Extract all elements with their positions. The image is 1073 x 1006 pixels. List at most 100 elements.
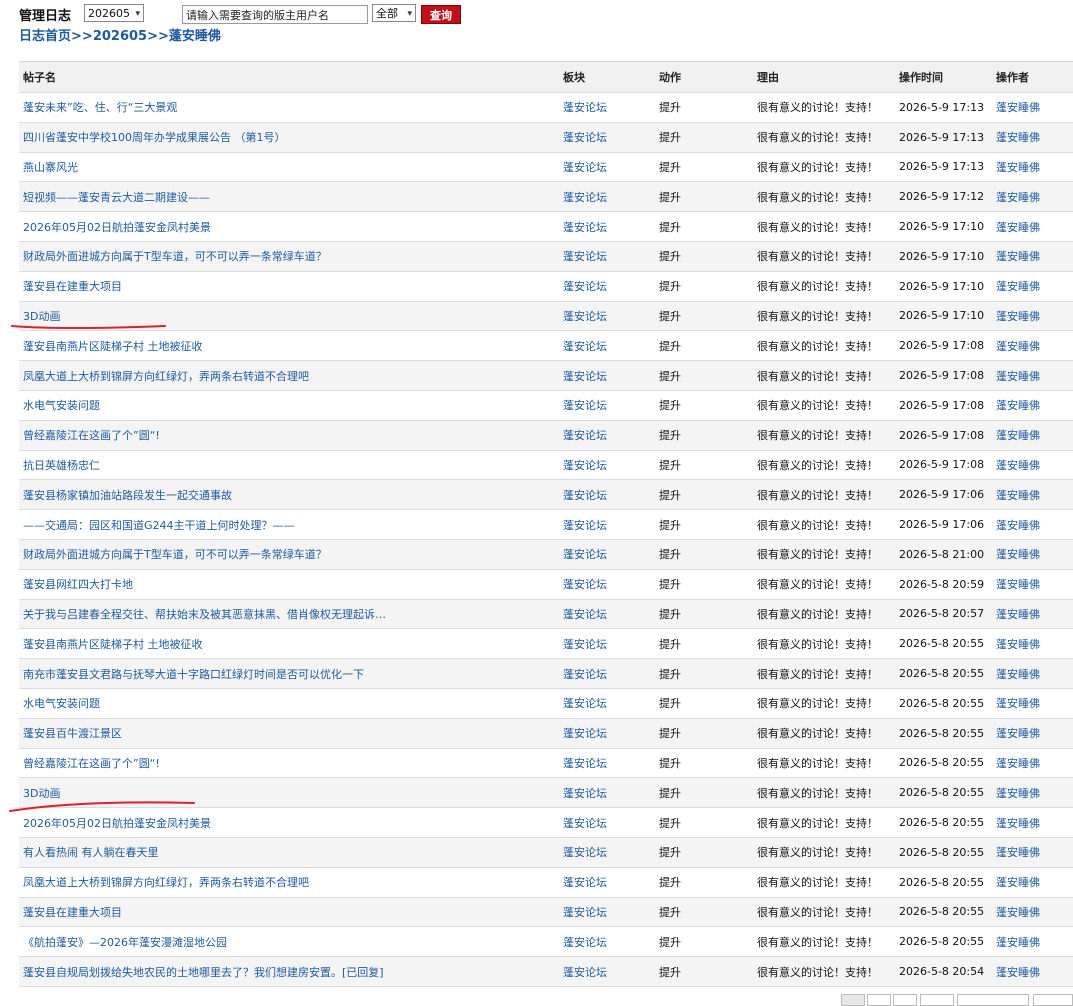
post-link[interactable]: 2026年05月02日航拍蓬安金凤村美景 — [19, 219, 559, 235]
post-link[interactable]: 有人看热闹 有人躺在春天里 — [19, 844, 559, 860]
operator-link[interactable]: 蓬安睡佛 — [992, 666, 1073, 682]
board-link[interactable]: 蓬安论坛 — [559, 397, 655, 413]
operator-link[interactable]: 蓬安睡佛 — [992, 338, 1073, 354]
board-link[interactable]: 蓬安论坛 — [559, 904, 655, 920]
board-link[interactable]: 蓬安论坛 — [559, 576, 655, 592]
board-link[interactable]: 蓬安论坛 — [559, 874, 655, 890]
operator-link[interactable]: 蓬安睡佛 — [992, 964, 1073, 980]
board-link[interactable]: 蓬安论坛 — [559, 666, 655, 682]
board-link[interactable]: 蓬安论坛 — [559, 815, 655, 831]
post-link[interactable]: 蓬安未来”吃、住、行“三大景观 — [19, 99, 559, 115]
post-link[interactable]: 蓬安县在建重大项目 — [19, 278, 559, 294]
operator-link[interactable]: 蓬安睡佛 — [992, 755, 1073, 771]
board-link[interactable]: 蓬安论坛 — [559, 129, 655, 145]
post-link[interactable]: 蓬安县网红四大打卡地 — [19, 576, 559, 592]
pagination-button[interactable] — [957, 994, 1029, 1006]
operator-link[interactable]: 蓬安睡佛 — [992, 248, 1073, 264]
board-link[interactable]: 蓬安论坛 — [559, 248, 655, 264]
pagination-button[interactable] — [1033, 994, 1073, 1006]
post-link[interactable]: 3D动画 — [19, 785, 559, 801]
pagination-button[interactable] — [893, 994, 917, 1006]
operator-link[interactable]: 蓬安睡佛 — [992, 815, 1073, 831]
board-link[interactable]: 蓬安论坛 — [559, 189, 655, 205]
operator-link[interactable]: 蓬安睡佛 — [992, 487, 1073, 503]
post-link[interactable]: 蓬安县在建重大项目 — [19, 904, 559, 920]
operator-link[interactable]: 蓬安睡佛 — [992, 457, 1073, 473]
board-link[interactable]: 蓬安论坛 — [559, 457, 655, 473]
breadcrumb-user-link[interactable]: 蓬安睡佛 — [169, 29, 221, 44]
operator-link[interactable]: 蓬安睡佛 — [992, 427, 1073, 443]
breadcrumb-month-link[interactable]: 202605 — [93, 29, 147, 44]
operator-link[interactable]: 蓬安睡佛 — [992, 278, 1073, 294]
month-select[interactable]: 202605 ▾ — [84, 4, 144, 22]
operator-link[interactable]: 蓬安睡佛 — [992, 308, 1073, 324]
post-link[interactable]: 关于我与吕建春全程交往、帮扶始末及被其恶意抹黑、借肖像权无理起诉… — [19, 606, 559, 622]
operator-link[interactable]: 蓬安睡佛 — [992, 725, 1073, 741]
operator-link[interactable]: 蓬安睡佛 — [992, 844, 1073, 860]
board-link[interactable]: 蓬安论坛 — [559, 427, 655, 443]
post-link[interactable]: 抗日英雄杨忠仁 — [19, 457, 559, 473]
post-link[interactable]: 水电气安装问题 — [19, 397, 559, 413]
post-link[interactable]: 蓬安县南燕片区陡梯子村 土地被征收 — [19, 636, 559, 652]
board-link[interactable]: 蓬安论坛 — [559, 487, 655, 503]
board-link[interactable]: 蓬安论坛 — [559, 99, 655, 115]
post-link[interactable]: 蓬安县杨家镇加油站路段发生一起交通事故 — [19, 487, 559, 503]
post-link[interactable]: 财政局外面进城方向属于T型车道，可不可以弄一条常绿车道？ — [19, 546, 559, 562]
breadcrumb-home-link[interactable]: 日志首页 — [19, 29, 71, 44]
post-link[interactable]: 四川省蓬安中学校100周年办学成果展公告 （第1号） — [19, 129, 559, 145]
post-link[interactable]: 水电气安装问题 — [19, 695, 559, 711]
scope-select[interactable]: 全部 ▾ — [372, 4, 416, 22]
post-link[interactable]: 3D动画 — [19, 308, 559, 324]
board-link[interactable]: 蓬安论坛 — [559, 606, 655, 622]
query-button[interactable]: 查询 — [421, 5, 461, 24]
post-link[interactable]: 蓬安县南燕片区陡梯子村 土地被征收 — [19, 338, 559, 354]
board-link[interactable]: 蓬安论坛 — [559, 695, 655, 711]
post-link[interactable]: 短视频——蓬安青云大道二期建设—— — [19, 189, 559, 205]
post-link[interactable]: 2026年05月02日航拍蓬安金凤村美景 — [19, 815, 559, 831]
moderator-search-input[interactable]: 请输入需要查询的版主用户名 — [182, 5, 368, 24]
operator-link[interactable]: 蓬安睡佛 — [992, 517, 1073, 533]
operator-link[interactable]: 蓬安睡佛 — [992, 219, 1073, 235]
board-link[interactable]: 蓬安论坛 — [559, 844, 655, 860]
pagination-button[interactable] — [867, 994, 891, 1006]
post-link[interactable]: 凤凰大道上大桥到锦屏方向红绿灯，弄两条右转道不合理吧 — [19, 368, 559, 384]
post-link[interactable]: 《航拍蓬安》—2026年蓬安漫滩湿地公园 — [19, 934, 559, 950]
operator-link[interactable]: 蓬安睡佛 — [992, 397, 1073, 413]
operator-link[interactable]: 蓬安睡佛 — [992, 606, 1073, 622]
post-link[interactable]: 曾经嘉陵江在这画了个”圆“! — [19, 427, 559, 443]
board-link[interactable]: 蓬安论坛 — [559, 517, 655, 533]
operator-link[interactable]: 蓬安睡佛 — [992, 785, 1073, 801]
board-link[interactable]: 蓬安论坛 — [559, 308, 655, 324]
post-link[interactable]: 曾经嘉陵江在这画了个”圆“! — [19, 755, 559, 771]
operator-link[interactable]: 蓬安睡佛 — [992, 904, 1073, 920]
board-link[interactable]: 蓬安论坛 — [559, 785, 655, 801]
post-link[interactable]: 凤凰大道上大桥到锦屏方向红绿灯，弄两条右转道不合理吧 — [19, 874, 559, 890]
board-link[interactable]: 蓬安论坛 — [559, 219, 655, 235]
pagination-button[interactable] — [920, 994, 954, 1006]
post-link[interactable]: ——交通局：园区和国道G244主干道上何时处理？—— — [19, 517, 559, 533]
board-link[interactable]: 蓬安论坛 — [559, 755, 655, 771]
operator-link[interactable]: 蓬安睡佛 — [992, 874, 1073, 890]
operator-link[interactable]: 蓬安睡佛 — [992, 189, 1073, 205]
board-link[interactable]: 蓬安论坛 — [559, 338, 655, 354]
operator-link[interactable]: 蓬安睡佛 — [992, 636, 1073, 652]
operator-link[interactable]: 蓬安睡佛 — [992, 129, 1073, 145]
operator-link[interactable]: 蓬安睡佛 — [992, 99, 1073, 115]
board-link[interactable]: 蓬安论坛 — [559, 278, 655, 294]
post-link[interactable]: 蓬安县自规局划拨给失地农民的土地哪里去了？我们想建房安置。[已回复] — [19, 964, 559, 980]
post-link[interactable]: 蓬安县百牛渡江景区 — [19, 725, 559, 741]
board-link[interactable]: 蓬安论坛 — [559, 725, 655, 741]
operator-link[interactable]: 蓬安睡佛 — [992, 576, 1073, 592]
pagination-button[interactable] — [841, 994, 865, 1006]
board-link[interactable]: 蓬安论坛 — [559, 546, 655, 562]
board-link[interactable]: 蓬安论坛 — [559, 636, 655, 652]
board-link[interactable]: 蓬安论坛 — [559, 159, 655, 175]
post-link[interactable]: 燕山寨风光 — [19, 159, 559, 175]
post-link[interactable]: 财政局外面进城方向属于T型车道，可不可以弄一条常绿车道？ — [19, 248, 559, 264]
board-link[interactable]: 蓬安论坛 — [559, 964, 655, 980]
operator-link[interactable]: 蓬安睡佛 — [992, 368, 1073, 384]
operator-link[interactable]: 蓬安睡佛 — [992, 546, 1073, 562]
board-link[interactable]: 蓬安论坛 — [559, 368, 655, 384]
operator-link[interactable]: 蓬安睡佛 — [992, 934, 1073, 950]
operator-link[interactable]: 蓬安睡佛 — [992, 159, 1073, 175]
